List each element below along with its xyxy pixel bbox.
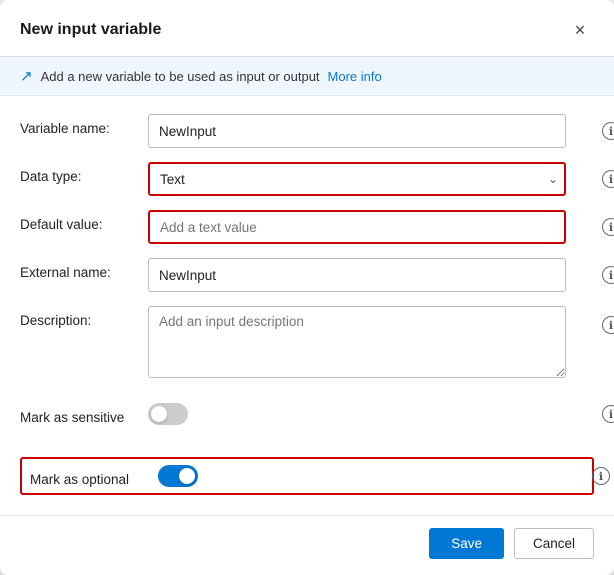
variable-name-row: Variable name: ℹ xyxy=(20,114,594,148)
variable-name-control: ℹ xyxy=(148,114,594,148)
variable-name-input[interactable] xyxy=(148,114,566,148)
mark-sensitive-info-icon[interactable]: ℹ xyxy=(602,405,614,423)
data-type-select[interactable]: Text Number Boolean List DataTable DateT… xyxy=(148,162,566,196)
more-info-link[interactable]: More info xyxy=(328,69,382,84)
data-type-control: Text Number Boolean List DataTable DateT… xyxy=(148,162,594,196)
mark-optional-toggle[interactable] xyxy=(158,465,198,487)
mark-sensitive-toggle[interactable] xyxy=(148,403,188,425)
dialog-footer: Save Cancel xyxy=(0,515,614,575)
mark-sensitive-toggle-wrap xyxy=(148,403,566,425)
external-name-info-icon[interactable]: ℹ xyxy=(602,266,614,284)
default-value-input[interactable] xyxy=(148,210,566,244)
description-label: Description: xyxy=(20,306,148,328)
description-row: Description: ℹ xyxy=(20,306,594,383)
external-name-control: ℹ xyxy=(148,258,594,292)
description-control: ℹ xyxy=(148,306,594,383)
data-type-select-wrapper: Text Number Boolean List DataTable DateT… xyxy=(148,162,566,196)
default-value-label: Default value: xyxy=(20,210,148,232)
dialog-title: New input variable xyxy=(20,21,161,39)
upload-icon: ↗ xyxy=(20,67,33,85)
default-value-info-icon[interactable]: ℹ xyxy=(602,218,614,236)
mark-sensitive-row: Mark as sensitive ℹ xyxy=(20,397,594,431)
form-body: Variable name: ℹ Data type: Text Number … xyxy=(0,96,614,457)
mark-optional-toggle-wrap xyxy=(158,465,556,487)
mark-sensitive-label: Mark as sensitive xyxy=(20,403,148,425)
mark-optional-info-icon[interactable]: ℹ xyxy=(592,467,610,485)
info-bar-text: Add a new variable to be used as input o… xyxy=(41,69,320,84)
external-name-row: External name: ℹ xyxy=(20,258,594,292)
info-bar: ↗ Add a new variable to be used as input… xyxy=(0,57,614,96)
external-name-label: External name: xyxy=(20,258,148,280)
description-info-icon[interactable]: ℹ xyxy=(602,316,614,334)
external-name-input[interactable] xyxy=(148,258,566,292)
data-type-label: Data type: xyxy=(20,162,148,184)
default-value-row: Default value: ℹ xyxy=(20,210,594,244)
cancel-button[interactable]: Cancel xyxy=(514,528,594,559)
save-button[interactable]: Save xyxy=(429,528,504,559)
variable-name-info-icon[interactable]: ℹ xyxy=(602,122,614,140)
mark-optional-row: Mark as optional ℹ xyxy=(20,457,594,495)
mark-sensitive-thumb xyxy=(151,406,167,422)
dialog-header: New input variable × xyxy=(0,0,614,57)
default-value-control: ℹ xyxy=(148,210,594,244)
mark-optional-label: Mark as optional xyxy=(30,465,158,487)
new-input-variable-dialog: New input variable × ↗ Add a new variabl… xyxy=(0,0,614,575)
variable-name-label: Variable name: xyxy=(20,114,148,136)
mark-sensitive-control: ℹ xyxy=(148,403,594,425)
description-textarea[interactable] xyxy=(148,306,566,378)
mark-optional-control: ℹ xyxy=(158,465,584,487)
close-button[interactable]: × xyxy=(566,16,594,44)
mark-optional-section: Mark as optional ℹ xyxy=(0,457,614,515)
data-type-info-icon[interactable]: ℹ xyxy=(602,170,614,188)
mark-optional-thumb xyxy=(179,468,195,484)
data-type-row: Data type: Text Number Boolean List Data… xyxy=(20,162,594,196)
